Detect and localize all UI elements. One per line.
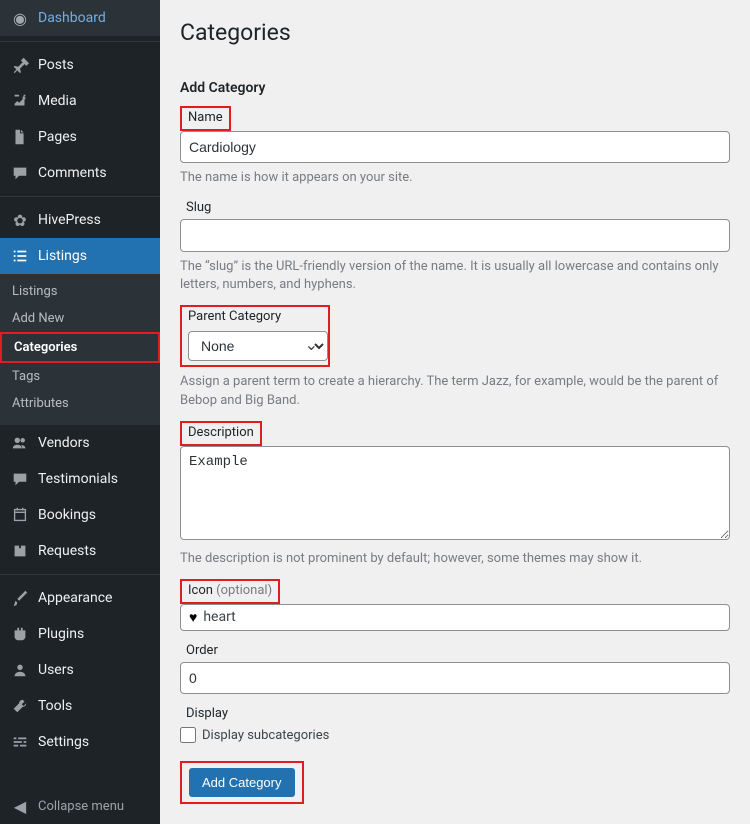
parent-desc: Assign a parent term to create a hierarc… <box>180 373 730 411</box>
admin-sidebar: ◉ Dashboard Posts Media Pages Com <box>0 0 160 824</box>
requests-icon <box>10 541 30 561</box>
menu-label: Plugins <box>38 626 84 642</box>
menu-testimonials[interactable]: Testimonials <box>0 461 160 497</box>
menu-label: Bookings <box>38 507 96 523</box>
menu-hivepress[interactable]: ✿ HivePress <box>0 202 160 238</box>
pages-icon <box>10 127 30 147</box>
menu-label: Requests <box>38 543 96 559</box>
user-icon <box>10 660 30 680</box>
menu-tools[interactable]: Tools <box>0 688 160 724</box>
description-label: Description <box>182 423 260 442</box>
menu-appearance[interactable]: Appearance <box>0 580 160 616</box>
field-name: Name The name is how it appears on your … <box>180 106 730 188</box>
menu-label: Settings <box>38 734 89 750</box>
menu-label: Testimonials <box>38 471 118 487</box>
slug-desc: The “slug” is the URL-friendly version o… <box>180 258 730 296</box>
menu-listings[interactable]: Listings <box>0 238 160 274</box>
comments-icon <box>10 163 30 183</box>
menu-label: Vendors <box>38 435 90 451</box>
menu-posts[interactable]: Posts <box>0 47 160 83</box>
dashboard-icon: ◉ <box>10 8 30 28</box>
section-title: Add Category <box>180 80 730 96</box>
menu-requests[interactable]: Requests <box>0 533 160 569</box>
description-desc: The description is not prominent by defa… <box>180 550 730 569</box>
menu-label: Appearance <box>38 590 112 606</box>
heart-icon: ♥ <box>189 609 197 626</box>
icon-input[interactable]: ♥ heart <box>180 604 730 631</box>
collapse-label: Collapse menu <box>38 799 124 814</box>
menu-users[interactable]: Users <box>0 652 160 688</box>
name-label: Name <box>182 108 229 127</box>
collapse-icon: ◀ <box>10 796 30 816</box>
field-parent: Parent Category None Assign a parent ter… <box>180 305 730 411</box>
brush-icon <box>10 588 30 608</box>
slug-label: Slug <box>180 198 217 217</box>
parent-label: Parent Category <box>182 307 287 326</box>
icon-value: heart <box>203 609 235 625</box>
menu-label: Comments <box>38 165 107 181</box>
plugin-icon <box>10 624 30 644</box>
page-title: Categories <box>180 10 730 50</box>
submenu-attributes[interactable]: Attributes <box>0 390 160 417</box>
menu-vendors[interactable]: Vendors <box>0 425 160 461</box>
display-subcategories-checkbox[interactable] <box>180 727 196 743</box>
highlight-parent: Parent Category None <box>180 305 330 367</box>
pin-icon <box>10 55 30 75</box>
field-icon: Icon (optional) ♥ heart <box>180 579 730 631</box>
menu-dashboard[interactable]: ◉ Dashboard <box>0 0 160 36</box>
name-desc: The name is how it appears on your site. <box>180 169 730 188</box>
vendors-icon <box>10 433 30 453</box>
highlight-submit: Add Category <box>180 761 304 804</box>
submenu-listings[interactable]: Listings <box>0 278 160 305</box>
menu-label: Media <box>38 93 77 109</box>
list-icon <box>10 246 30 266</box>
add-category-button[interactable]: Add Category <box>189 768 295 797</box>
menu-pages[interactable]: Pages <box>0 119 160 155</box>
parent-select[interactable]: None <box>188 331 328 361</box>
description-textarea[interactable] <box>180 446 730 540</box>
field-description: Description The description is not promi… <box>180 421 730 569</box>
menu-label: Tools <box>38 698 72 714</box>
tools-icon <box>10 696 30 716</box>
display-label: Display <box>180 704 234 723</box>
icon-label: Icon (optional) <box>182 581 278 600</box>
menu-label: Users <box>38 662 74 678</box>
menu-label: Pages <box>38 129 77 145</box>
highlight-description-label: Description <box>180 421 262 446</box>
main-content: Categories Add Category Name The name is… <box>160 0 750 824</box>
collapse-menu[interactable]: ◀ Collapse menu <box>0 788 160 824</box>
listings-submenu: Listings Add New Categories Tags Attribu… <box>0 274 160 425</box>
testimonials-icon <box>10 469 30 489</box>
highlight-categories-menu: Categories <box>0 332 160 363</box>
menu-bookings[interactable]: Bookings <box>0 497 160 533</box>
field-slug: Slug The “slug” is the URL-friendly vers… <box>180 198 730 295</box>
field-order: Order <box>180 641 730 694</box>
media-icon <box>10 91 30 111</box>
menu-label: Dashboard <box>38 10 106 26</box>
menu-label: HivePress <box>38 212 101 228</box>
display-checkbox-label: Display subcategories <box>202 728 329 743</box>
menu-comments[interactable]: Comments <box>0 155 160 191</box>
settings-icon <box>10 732 30 752</box>
hivepress-icon: ✿ <box>10 210 30 230</box>
submenu-categories[interactable]: Categories <box>2 334 158 361</box>
order-input[interactable] <box>180 662 730 694</box>
menu-settings[interactable]: Settings <box>0 724 160 760</box>
menu-label: Posts <box>38 57 74 73</box>
submenu-tags[interactable]: Tags <box>0 363 160 390</box>
highlight-name-label: Name <box>180 106 231 131</box>
name-input[interactable] <box>180 131 730 163</box>
order-label: Order <box>180 641 224 660</box>
calendar-icon <box>10 505 30 525</box>
submenu-add-new[interactable]: Add New <box>0 305 160 332</box>
field-display: Display Display subcategories <box>180 704 730 743</box>
slug-input[interactable] <box>180 219 730 251</box>
menu-media[interactable]: Media <box>0 83 160 119</box>
menu-label: Listings <box>38 248 87 264</box>
highlight-icon-label: Icon (optional) <box>180 579 280 604</box>
menu-plugins[interactable]: Plugins <box>0 616 160 652</box>
